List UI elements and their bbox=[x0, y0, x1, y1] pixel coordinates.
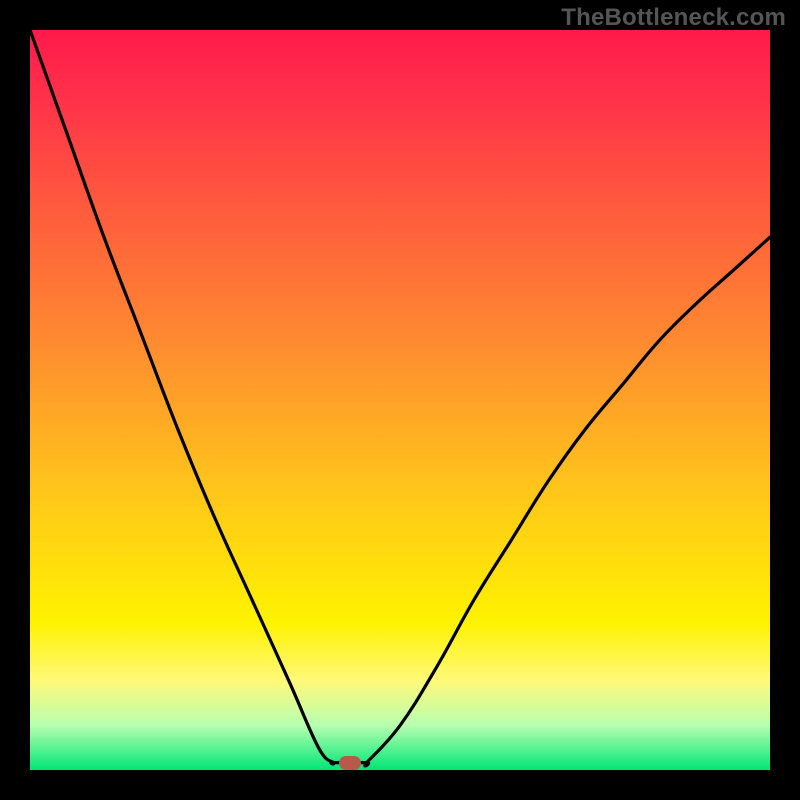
chart-frame: TheBottleneck.com bbox=[0, 0, 800, 800]
plot-area bbox=[30, 30, 770, 770]
bottleneck-curve bbox=[30, 30, 770, 770]
optimal-point-marker bbox=[339, 756, 361, 770]
watermark-text: TheBottleneck.com bbox=[561, 4, 786, 32]
